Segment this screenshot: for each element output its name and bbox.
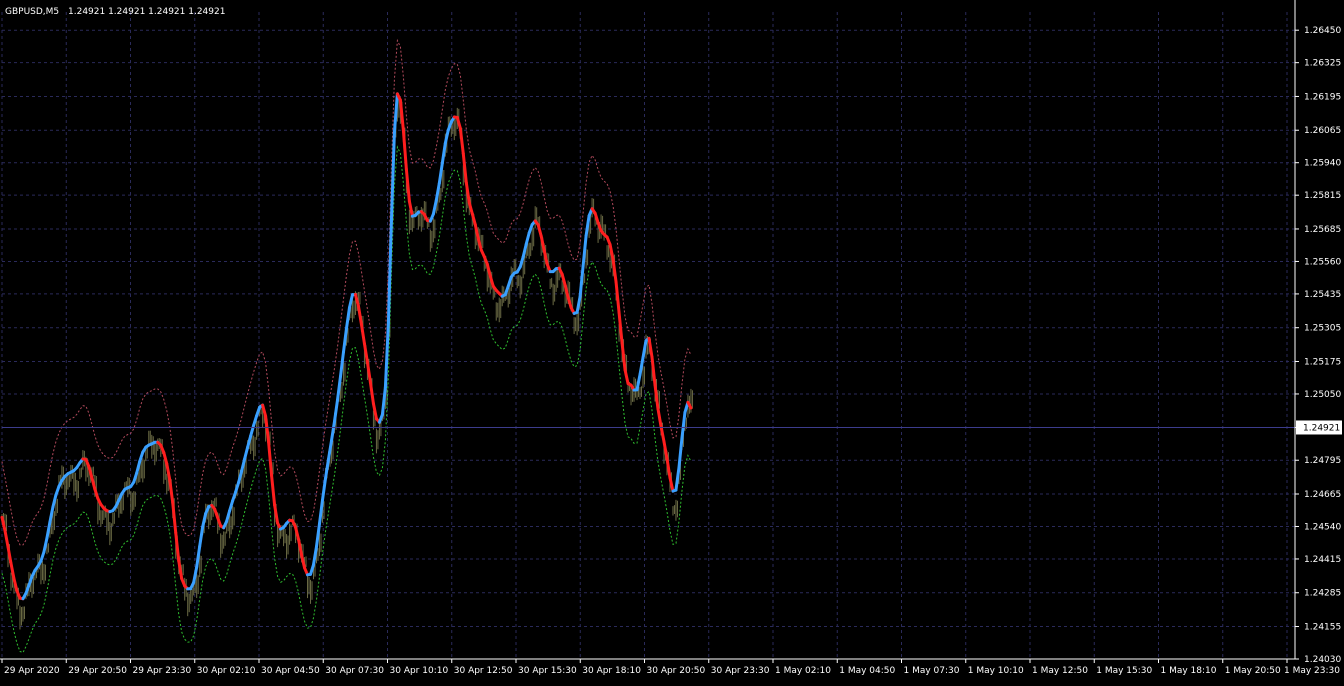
x-tick-label: 30 Apr 23:30 bbox=[711, 666, 770, 676]
y-tick-label: 1.24415 bbox=[1304, 555, 1341, 565]
y-tick-label: 1.25435 bbox=[1304, 290, 1341, 300]
y-tick-label: 1.24285 bbox=[1304, 589, 1341, 599]
x-tick-label: 1 May 10:10 bbox=[968, 666, 1024, 676]
y-tick-label: 1.24795 bbox=[1304, 456, 1341, 466]
x-tick-label: 30 Apr 20:50 bbox=[647, 666, 706, 676]
y-tick-label: 1.24030 bbox=[1304, 655, 1341, 665]
x-tick-label: 1 May 23:30 bbox=[1284, 666, 1340, 676]
y-tick-label: 1.26450 bbox=[1304, 26, 1341, 36]
x-tick-label: 29 Apr 2020 bbox=[4, 666, 60, 676]
x-tick-label: 29 Apr 23:30 bbox=[133, 666, 192, 676]
x-tick-label: 30 Apr 18:10 bbox=[582, 666, 641, 676]
x-tick-label: 1 May 04:50 bbox=[839, 666, 895, 676]
x-tick-label: 1 May 18:10 bbox=[1161, 666, 1217, 676]
y-tick-label: 1.25560 bbox=[1304, 257, 1341, 267]
y-tick-label: 1.25050 bbox=[1304, 390, 1341, 400]
y-tick-label: 1.24665 bbox=[1304, 490, 1341, 500]
x-tick-label: 1 May 07:30 bbox=[904, 666, 960, 676]
y-tick-label: 1.24540 bbox=[1304, 522, 1341, 532]
x-tick-label: 1 May 20:50 bbox=[1225, 666, 1281, 676]
y-tick-label: 1.26065 bbox=[1304, 126, 1341, 136]
y-tick-label: 1.25305 bbox=[1304, 324, 1341, 334]
x-tick-label: 30 Apr 07:30 bbox=[325, 666, 384, 676]
y-tick-label: 1.24155 bbox=[1304, 623, 1341, 633]
x-tick-label: 29 Apr 20:50 bbox=[68, 666, 127, 676]
current-price-tag: 1.24921 bbox=[1296, 420, 1342, 434]
y-tick-label: 1.26325 bbox=[1304, 59, 1341, 69]
x-tick-label: 30 Apr 15:30 bbox=[518, 666, 577, 676]
y-tick-label: 1.25685 bbox=[1304, 225, 1341, 235]
chart-background bbox=[0, 0, 1344, 682]
symbol-label: GBPUSD,M5 bbox=[5, 7, 59, 17]
x-tick-label: 1 May 02:10 bbox=[775, 666, 831, 676]
x-tick-label: 30 Apr 02:10 bbox=[197, 666, 256, 676]
y-tick-label: 1.25815 bbox=[1304, 191, 1341, 201]
chart-canvas[interactable]: 29 Apr 2020 29 Apr 20:50 29 Apr 23:30 30 Ap… bbox=[0, 0, 1344, 682]
y-tick-label: 1.25175 bbox=[1304, 357, 1341, 367]
price-tag-label: 1.24921 bbox=[1303, 423, 1340, 433]
y-tick-label: 1.26195 bbox=[1304, 92, 1341, 102]
x-tick-label: 30 Apr 12:50 bbox=[454, 666, 513, 676]
price-chart[interactable]: 29 Apr 2020 29 Apr 20:50 29 Apr 23:30 30 Ap… bbox=[0, 0, 1344, 682]
x-tick-label: 1 May 15:30 bbox=[1096, 666, 1152, 676]
x-tick-label: 30 Apr 10:10 bbox=[390, 666, 449, 676]
x-tick-label: 1 May 12:50 bbox=[1032, 666, 1088, 676]
ohlc-label: 1.24921 1.24921 1.24921 1.24921 bbox=[68, 7, 225, 17]
x-tick-label: 30 Apr 04:50 bbox=[261, 666, 320, 676]
y-tick-label: 1.25940 bbox=[1304, 159, 1341, 169]
